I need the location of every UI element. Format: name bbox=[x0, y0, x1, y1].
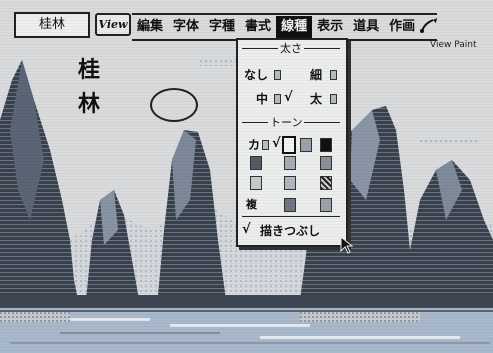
document-title-field[interactable]: 桂林 bbox=[14, 12, 90, 38]
tone-swatch[interactable] bbox=[284, 176, 296, 190]
thickness-thick-sample[interactable] bbox=[330, 94, 337, 104]
tone-section-title: トーン bbox=[268, 114, 305, 130]
tone-swatch[interactable] bbox=[320, 198, 332, 212]
brush-icon[interactable] bbox=[418, 16, 440, 34]
fill-check: √ bbox=[242, 222, 251, 237]
fill-option-label[interactable]: 描きつぶし bbox=[260, 222, 320, 239]
mouse-cursor-icon bbox=[340, 236, 354, 254]
thickness-medium-check: √ bbox=[284, 90, 293, 105]
tone-swatch[interactable] bbox=[300, 138, 312, 152]
menu-line-type[interactable]: 線種 bbox=[276, 16, 313, 38]
tone-swatch[interactable] bbox=[320, 156, 332, 170]
menu-font-style[interactable]: 字体 bbox=[168, 16, 204, 38]
menu-edit[interactable]: 編集 bbox=[132, 16, 168, 38]
tone-custom-sample[interactable] bbox=[262, 140, 269, 150]
thickness-none-label[interactable]: なし bbox=[244, 66, 268, 83]
app-title: View Paint bbox=[430, 40, 477, 50]
tone-custom-label[interactable]: カ bbox=[248, 136, 260, 153]
tone-swatch[interactable] bbox=[250, 176, 262, 190]
line-type-dropdown: 太さ なし 細 中 √ 太 トーン カ √ 複 √ 描きつぶし bbox=[236, 38, 348, 247]
thickness-medium-label[interactable]: 中 bbox=[256, 90, 268, 107]
canvas-text-char-2: 林 bbox=[78, 91, 101, 117]
thickness-thin-sample[interactable] bbox=[330, 70, 337, 80]
menu-bar: 桂林 View 編集 字体 字種 書式 線種 表示 道具 作画 bbox=[0, 0, 493, 42]
tone-copy-label[interactable]: 複 bbox=[246, 196, 257, 212]
thickness-thick-label[interactable]: 太 bbox=[310, 90, 322, 107]
screen: 桂 林 桂林 View 編集 字体 字種 書式 線種 表示 道具 作画 View… bbox=[0, 0, 493, 353]
menu-display[interactable]: 表示 bbox=[312, 16, 348, 38]
menu-tools[interactable]: 道具 bbox=[348, 16, 384, 38]
section-divider bbox=[242, 216, 340, 217]
tone-swatch[interactable] bbox=[284, 198, 296, 212]
canvas-text-char-1: 桂 bbox=[78, 57, 101, 83]
menu-draw[interactable]: 作画 bbox=[384, 16, 420, 38]
thickness-section-title: 太さ bbox=[278, 40, 304, 56]
tone-swatch[interactable] bbox=[320, 176, 332, 190]
drawn-ellipse bbox=[150, 88, 198, 122]
tone-swatch[interactable] bbox=[250, 156, 262, 170]
thickness-medium-sample[interactable] bbox=[274, 94, 281, 104]
tone-white-swatch[interactable] bbox=[282, 136, 296, 154]
tone-selected-check: √ bbox=[272, 136, 281, 151]
tone-swatch[interactable] bbox=[284, 156, 296, 170]
thickness-thin-label[interactable]: 細 bbox=[310, 66, 322, 83]
thickness-none-sample[interactable] bbox=[274, 70, 281, 80]
menu-format[interactable]: 書式 bbox=[240, 16, 276, 38]
menu-strip: 編集 字体 字種 書式 線種 表示 道具 作画 bbox=[132, 13, 437, 41]
menu-char-type[interactable]: 字種 bbox=[204, 16, 240, 38]
tone-black-swatch[interactable] bbox=[320, 138, 332, 152]
view-button[interactable]: View bbox=[95, 13, 131, 36]
